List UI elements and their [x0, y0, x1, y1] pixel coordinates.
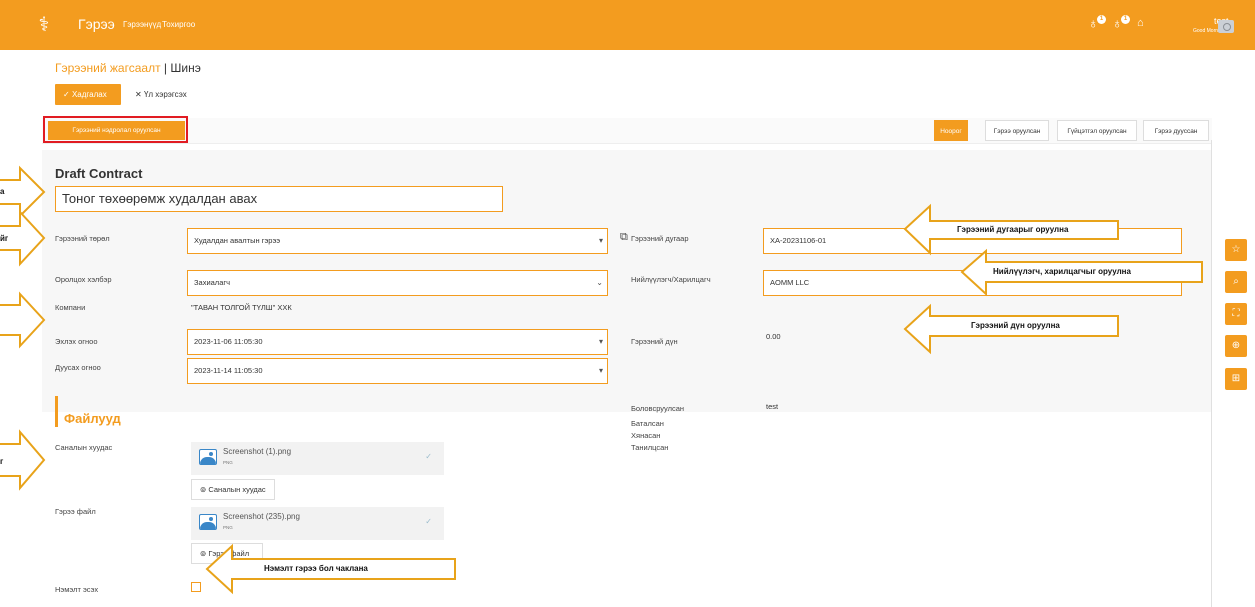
- annotation-additional: Нэмэлт гэрээ бол чаклана: [264, 564, 368, 573]
- annotation-amount: Гэрээний дүн оруулна: [971, 321, 1060, 330]
- right-annotation-arrows: [205, 203, 1203, 595]
- annotation-contract-number: Гэрээний дугаарыг оруулна: [957, 225, 1069, 234]
- annotation-supplier: Нийлүүлэгч, харилцагчыг оруулна: [993, 267, 1131, 276]
- app-root: ⚕ Гэрээ Гэрээнүүд Тохиргоо ♁ 1 ♁ 1 ⌂ tes…: [0, 0, 1255, 607]
